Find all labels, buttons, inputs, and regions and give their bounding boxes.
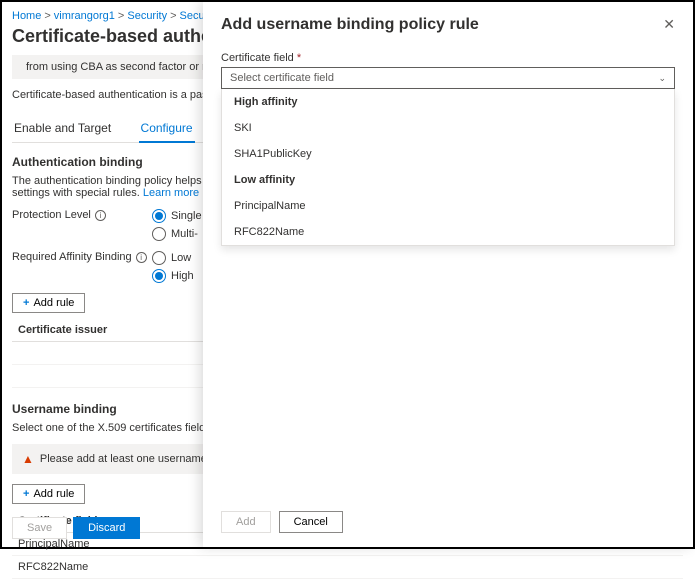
- breadcrumb-home[interactable]: Home: [12, 10, 41, 22]
- info-icon[interactable]: i: [95, 210, 106, 221]
- breadcrumb-org[interactable]: vimrangorg1: [54, 10, 115, 22]
- panel-title: Add username binding policy rule: [221, 16, 479, 34]
- dropdown-item-ski[interactable]: SKI: [222, 115, 674, 141]
- panel-cancel-button[interactable]: Cancel: [279, 511, 343, 533]
- protection-single-radio[interactable]: Single: [152, 209, 202, 223]
- dropdown-item-sha1[interactable]: SHA1PublicKey: [222, 141, 674, 167]
- add-rule-button-2[interactable]: +Add rule: [12, 484, 85, 504]
- dropdown-item-rfc822name[interactable]: RFC822Name: [222, 219, 674, 245]
- certificate-field-label: Certificate field *: [221, 52, 675, 64]
- tab-configure[interactable]: Configure: [139, 115, 195, 143]
- save-button: Save: [12, 517, 67, 539]
- table-row[interactable]: RFC822Name: [12, 556, 683, 579]
- affinity-binding-label: Required Affinity Binding i: [12, 251, 152, 263]
- affinity-high-radio[interactable]: High: [152, 269, 194, 283]
- info-icon[interactable]: i: [136, 252, 147, 263]
- panel-add-button: Add: [221, 511, 271, 533]
- warning-icon: ▲: [22, 452, 34, 466]
- learn-more-link[interactable]: Learn more: [143, 187, 199, 199]
- plus-icon: +: [23, 297, 29, 309]
- dropdown-item-principalname[interactable]: PrincipalName: [222, 193, 674, 219]
- affinity-low-radio[interactable]: Low: [152, 251, 194, 265]
- discard-button[interactable]: Discard: [73, 517, 140, 539]
- dropdown-group-high: High affinity: [222, 89, 674, 115]
- plus-icon: +: [23, 488, 29, 500]
- tab-enable-target[interactable]: Enable and Target: [12, 115, 113, 141]
- close-icon[interactable]: ✕: [663, 16, 675, 33]
- add-rule-panel: Add username binding policy rule ✕ Certi…: [203, 2, 693, 547]
- certificate-field-select[interactable]: Select certificate field ⌄: [221, 67, 675, 89]
- certificate-field-dropdown: High affinity SKI SHA1PublicKey Low affi…: [221, 89, 675, 246]
- chevron-down-icon: ⌄: [658, 73, 666, 84]
- dropdown-group-low: Low affinity: [222, 167, 674, 193]
- protection-level-label: Protection Level i: [12, 209, 152, 221]
- add-rule-button-1[interactable]: +Add rule: [12, 293, 85, 313]
- breadcrumb-security1[interactable]: Security: [127, 10, 167, 22]
- protection-multi-radio[interactable]: Multi-: [152, 227, 202, 241]
